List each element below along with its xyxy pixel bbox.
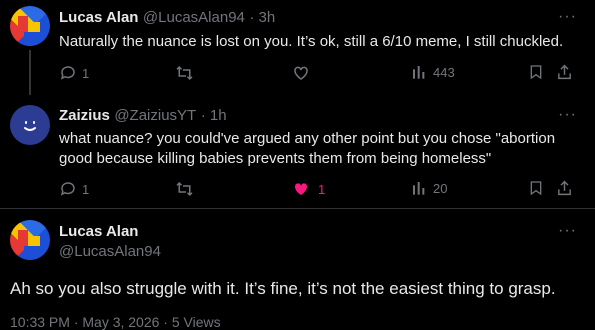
like-button[interactable]: 1 <box>292 180 325 198</box>
divider <box>0 208 595 209</box>
bookmark-icon <box>528 63 544 81</box>
like-icon-filled <box>292 180 310 198</box>
author-name[interactable]: Lucas Alan <box>59 9 138 26</box>
tweet-text: Naturally the nuance is lost on you. It’… <box>59 33 564 50</box>
tweet-timestamp[interactable]: 10:33 PM · May 3, 2026 · 5 Views <box>10 314 221 330</box>
avatar-lucas-alan[interactable] <box>10 220 50 260</box>
avatar-lucas-alan[interactable] <box>10 6 50 46</box>
retweet-button[interactable] <box>175 64 194 82</box>
share-icon <box>556 179 573 197</box>
bookmark-icon <box>528 179 544 197</box>
view-count: 443 <box>433 64 455 80</box>
views-button[interactable]: 20 <box>411 180 447 196</box>
share-button[interactable] <box>556 63 573 81</box>
author-handle[interactable]: @LucasAlan94 <box>59 243 161 260</box>
avatar-zaizius[interactable] <box>10 105 50 145</box>
tweet-time[interactable]: · 3h <box>249 9 275 26</box>
main-tweet-text: Ah so you also struggle with it. It’s fi… <box>10 279 556 298</box>
like-count: 1 <box>318 181 326 197</box>
more-icon[interactable]: ··· <box>558 106 577 124</box>
tweet-text-line-1: what nuance? you could've argued any oth… <box>59 130 556 147</box>
retweet-icon <box>175 64 194 82</box>
reply-button[interactable]: 1 <box>59 64 89 82</box>
more-icon[interactable]: ··· <box>558 222 577 240</box>
share-icon <box>556 63 573 81</box>
views-icon <box>411 64 427 80</box>
author-name[interactable]: Lucas Alan <box>59 223 138 240</box>
reply-button[interactable]: 1 <box>59 180 89 198</box>
thread-line <box>29 50 31 95</box>
bookmark-button[interactable] <box>528 179 544 197</box>
like-icon <box>292 64 310 82</box>
views-icon <box>411 180 427 196</box>
author-name[interactable]: Zaizius <box>59 107 110 124</box>
share-button[interactable] <box>556 179 573 197</box>
like-button[interactable] <box>292 64 310 82</box>
view-count: 20 <box>433 180 448 196</box>
retweet-icon <box>175 180 194 198</box>
tweet-time[interactable]: · 1h <box>201 107 227 124</box>
reply-count: 1 <box>82 181 90 197</box>
reply-icon <box>59 64 77 82</box>
more-icon[interactable]: ··· <box>558 8 577 26</box>
retweet-button[interactable] <box>175 180 194 198</box>
reply-count: 1 <box>82 65 90 81</box>
smiley-icon <box>18 113 42 137</box>
tweet-header: Lucas Alan @LucasAlan94 · 3h <box>59 9 275 27</box>
bookmark-button[interactable] <box>528 63 544 81</box>
views-button[interactable]: 443 <box>411 64 455 80</box>
tweet-text-line-2: good because killing babies prevents the… <box>59 150 492 167</box>
author-handle[interactable]: @LucasAlan94 <box>143 9 245 26</box>
reply-icon <box>59 180 77 198</box>
author-handle[interactable]: @ZaiziusYT <box>114 107 196 124</box>
tweet-header: Zaizius @ZaiziusYT · 1h <box>59 107 227 125</box>
